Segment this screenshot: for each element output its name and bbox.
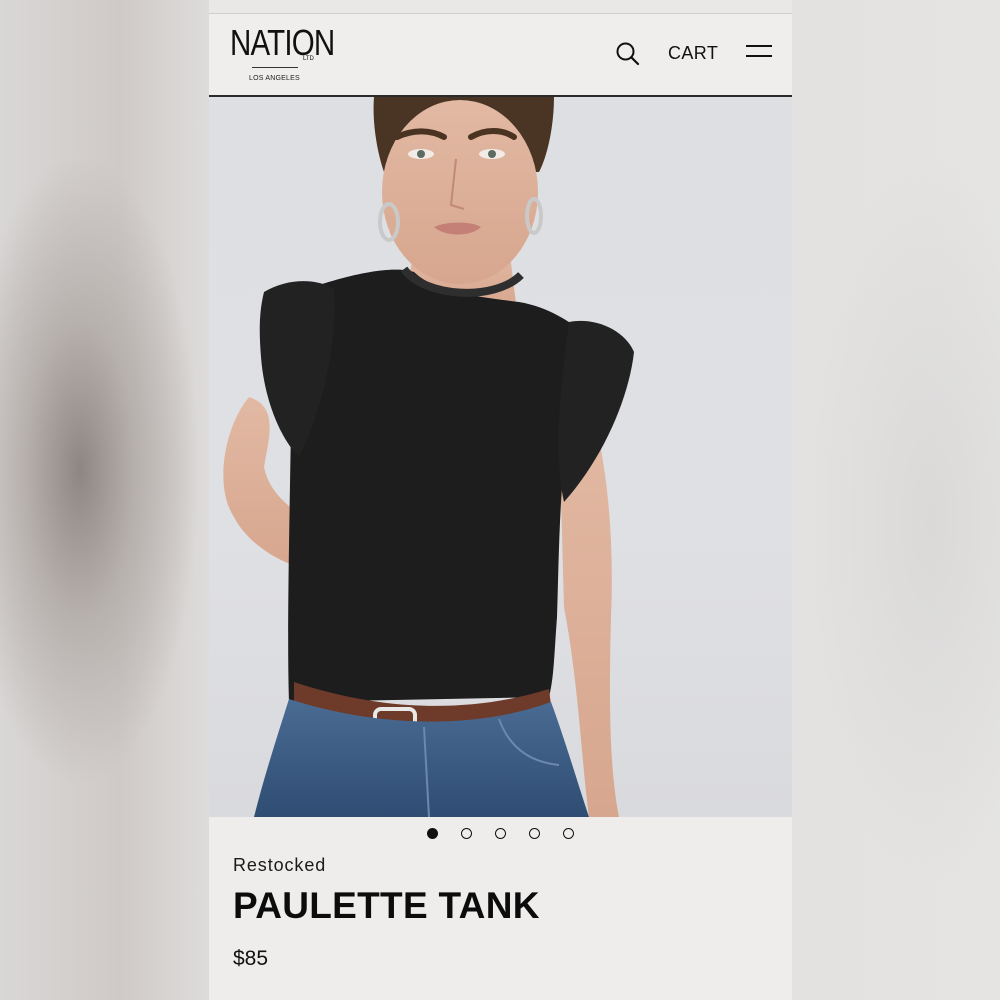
product-tag: Restocked <box>233 855 327 875</box>
carousel-dot-5[interactable] <box>563 828 574 839</box>
product-price: $85 <box>233 947 269 970</box>
logo-ltd-mark: LTD <box>303 56 314 62</box>
hamburger-menu-icon[interactable] <box>744 42 774 62</box>
logo-divider <box>252 67 298 68</box>
product-image[interactable] <box>209 97 792 817</box>
carousel-dot-2[interactable] <box>461 828 472 839</box>
logo-wordmark: NATION <box>230 22 335 63</box>
top-strip <box>209 0 792 14</box>
cutoff-text <box>235 993 295 1000</box>
product-photo-illustration <box>223 97 634 817</box>
carousel-dot-4[interactable] <box>529 828 540 839</box>
cart-link[interactable]: CART <box>668 43 718 64</box>
image-carousel-dots <box>423 826 583 842</box>
site-header: NATION LTD LOS ANGELES CART <box>209 14 792 97</box>
brand-logo[interactable]: NATION LTD LOS ANGELES <box>230 24 335 86</box>
search-icon[interactable] <box>614 40 642 68</box>
carousel-dot-3[interactable] <box>495 828 506 839</box>
logo-city: LOS ANGELES <box>249 75 300 82</box>
product-title: PAULETTE TANK <box>233 885 540 926</box>
carousel-dot-1[interactable] <box>427 828 438 839</box>
mobile-page: NATION LTD LOS ANGELES CART Restocked PA… <box>209 0 792 1000</box>
